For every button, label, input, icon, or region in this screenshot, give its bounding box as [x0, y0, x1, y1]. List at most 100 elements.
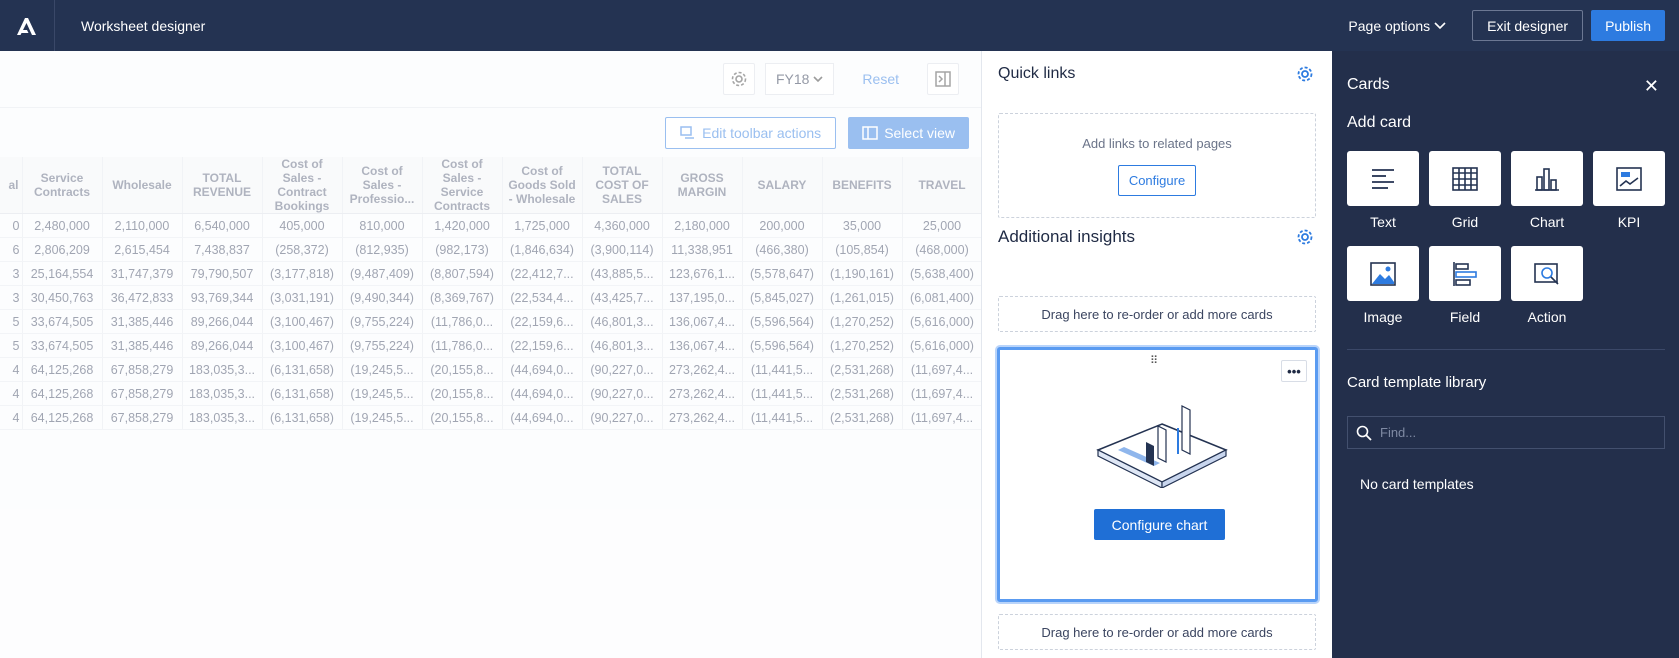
table-cell[interactable]: 123,676,1...: [662, 261, 743, 286]
drop-zone-top[interactable]: Drag here to re-order or add more cards: [998, 296, 1316, 332]
table-cell[interactable]: (44,694,0...: [502, 381, 583, 406]
table-cell[interactable]: 3: [0, 261, 23, 286]
table-cell[interactable]: 2,480,000: [22, 213, 103, 238]
table-cell[interactable]: 2,180,000: [662, 213, 743, 238]
table-cell[interactable]: (5,596,564): [742, 309, 823, 334]
tile-action[interactable]: Action: [1511, 246, 1583, 325]
column-header[interactable]: TRAVEL: [902, 157, 981, 214]
tile-text[interactable]: Text: [1347, 151, 1419, 230]
table-cell[interactable]: (20,155,8...: [422, 405, 503, 430]
table-cell[interactable]: (8,807,594): [422, 261, 503, 286]
table-cell[interactable]: (44,694,0...: [502, 405, 583, 430]
table-cell[interactable]: (258,372): [262, 237, 343, 262]
table-cell[interactable]: (5,596,564): [742, 333, 823, 358]
table-cell[interactable]: 31,747,379: [102, 261, 183, 286]
table-cell[interactable]: 31,385,446: [102, 333, 183, 358]
table-cell[interactable]: (19,245,5...: [342, 381, 423, 406]
select-view-button[interactable]: Select view: [848, 117, 969, 149]
table-cell[interactable]: (466,380): [742, 237, 823, 262]
table-cell[interactable]: (105,854): [822, 237, 903, 262]
table-cell[interactable]: 35,000: [822, 213, 903, 238]
table-cell[interactable]: 183,035,3...: [182, 405, 263, 430]
table-cell[interactable]: (43,425,7...: [582, 285, 663, 310]
table-cell[interactable]: 93,769,344: [182, 285, 263, 310]
app-logo[interactable]: [0, 0, 55, 51]
table-cell[interactable]: (11,697,4...: [902, 381, 981, 406]
table-cell[interactable]: 6,540,000: [182, 213, 263, 238]
column-header[interactable]: TOTAL COST OF SALES: [582, 157, 663, 214]
table-cell[interactable]: 25,164,554: [22, 261, 103, 286]
edit-toolbar-actions-button[interactable]: Edit toolbar actions: [665, 117, 837, 149]
column-header[interactable]: SALARY: [742, 157, 823, 214]
table-cell[interactable]: (90,227,0...: [582, 381, 663, 406]
table-cell[interactable]: 31,385,446: [102, 309, 183, 334]
collapse-panel-button[interactable]: [927, 63, 959, 95]
table-cell[interactable]: (468,000): [902, 237, 981, 262]
table-cell[interactable]: (2,531,268): [822, 357, 903, 382]
table-cell[interactable]: (6,081,400): [902, 285, 981, 310]
table-cell[interactable]: 5: [0, 309, 23, 334]
table-cell[interactable]: (9,755,224): [342, 333, 423, 358]
table-cell[interactable]: 4,360,000: [582, 213, 663, 238]
table-cell[interactable]: (1,846,634): [502, 237, 583, 262]
table-cell[interactable]: 2,806,209: [22, 237, 103, 262]
table-cell[interactable]: (5,616,000): [902, 309, 981, 334]
template-search-input[interactable]: Find...: [1347, 416, 1665, 449]
table-cell[interactable]: 89,266,044: [182, 309, 263, 334]
column-header[interactable]: Cost of Sales - Service Contracts: [422, 157, 503, 214]
table-cell[interactable]: 89,266,044: [182, 333, 263, 358]
table-cell[interactable]: 0: [0, 213, 23, 238]
column-header[interactable]: Cost of Goods Sold - Wholesale: [502, 157, 583, 214]
table-cell[interactable]: (1,270,252): [822, 309, 903, 334]
table-cell[interactable]: (46,801,3...: [582, 309, 663, 334]
table-cell[interactable]: (20,155,8...: [422, 357, 503, 382]
insights-settings-button[interactable]: [1296, 228, 1314, 249]
table-cell[interactable]: 6: [0, 237, 23, 262]
table-cell[interactable]: (43,885,5...: [582, 261, 663, 286]
table-cell[interactable]: 30,450,763: [22, 285, 103, 310]
table-cell[interactable]: 33,674,505: [22, 333, 103, 358]
table-cell[interactable]: (22,159,6...: [502, 333, 583, 358]
exit-designer-button[interactable]: Exit designer: [1472, 10, 1584, 41]
table-cell[interactable]: 64,125,268: [22, 357, 103, 382]
column-header[interactable]: Cost of Sales - Professio...: [342, 157, 423, 214]
table-cell[interactable]: (22,159,6...: [502, 309, 583, 334]
table-cell[interactable]: 64,125,268: [22, 381, 103, 406]
table-cell[interactable]: (11,786,0...: [422, 309, 503, 334]
table-cell[interactable]: 136,067,4...: [662, 309, 743, 334]
table-cell[interactable]: (1,190,161): [822, 261, 903, 286]
table-cell[interactable]: (19,245,5...: [342, 405, 423, 430]
table-cell[interactable]: (11,441,5...: [742, 381, 823, 406]
table-cell[interactable]: (1,261,015): [822, 285, 903, 310]
table-cell[interactable]: (22,534,4...: [502, 285, 583, 310]
table-cell[interactable]: (46,801,3...: [582, 333, 663, 358]
table-cell[interactable]: (22,412,7...: [502, 261, 583, 286]
column-header[interactable]: TOTAL REVENUE: [182, 157, 263, 214]
table-cell[interactable]: (3,100,467): [262, 333, 343, 358]
table-cell[interactable]: 273,262,4...: [662, 405, 743, 430]
table-cell[interactable]: (9,755,224): [342, 309, 423, 334]
table-cell[interactable]: (11,786,0...: [422, 333, 503, 358]
table-cell[interactable]: 273,262,4...: [662, 381, 743, 406]
table-cell[interactable]: (1,270,252): [822, 333, 903, 358]
configure-quick-links-button[interactable]: Configure: [1117, 165, 1197, 196]
column-header[interactable]: Service Contracts: [22, 157, 103, 214]
table-cell[interactable]: 67,858,279: [102, 405, 183, 430]
table-cell[interactable]: 1,420,000: [422, 213, 503, 238]
table-cell[interactable]: (90,227,0...: [582, 405, 663, 430]
table-cell[interactable]: 7,438,837: [182, 237, 263, 262]
table-cell[interactable]: (8,369,767): [422, 285, 503, 310]
column-header[interactable]: GROSS MARGIN: [662, 157, 743, 214]
column-header[interactable]: Cost of Sales - Contract Bookings: [262, 157, 343, 214]
table-cell[interactable]: (982,173): [422, 237, 503, 262]
column-header[interactable]: BENEFITS: [822, 157, 903, 214]
table-cell[interactable]: 183,035,3...: [182, 357, 263, 382]
tile-image[interactable]: Image: [1347, 246, 1419, 325]
table-cell[interactable]: 67,858,279: [102, 357, 183, 382]
table-cell[interactable]: (11,441,5...: [742, 357, 823, 382]
period-selector[interactable]: FY18: [764, 63, 835, 95]
table-cell[interactable]: (11,697,4...: [902, 405, 981, 430]
table-cell[interactable]: 64,125,268: [22, 405, 103, 430]
table-cell[interactable]: (19,245,5...: [342, 357, 423, 382]
close-icon[interactable]: ✕: [1644, 76, 1659, 97]
